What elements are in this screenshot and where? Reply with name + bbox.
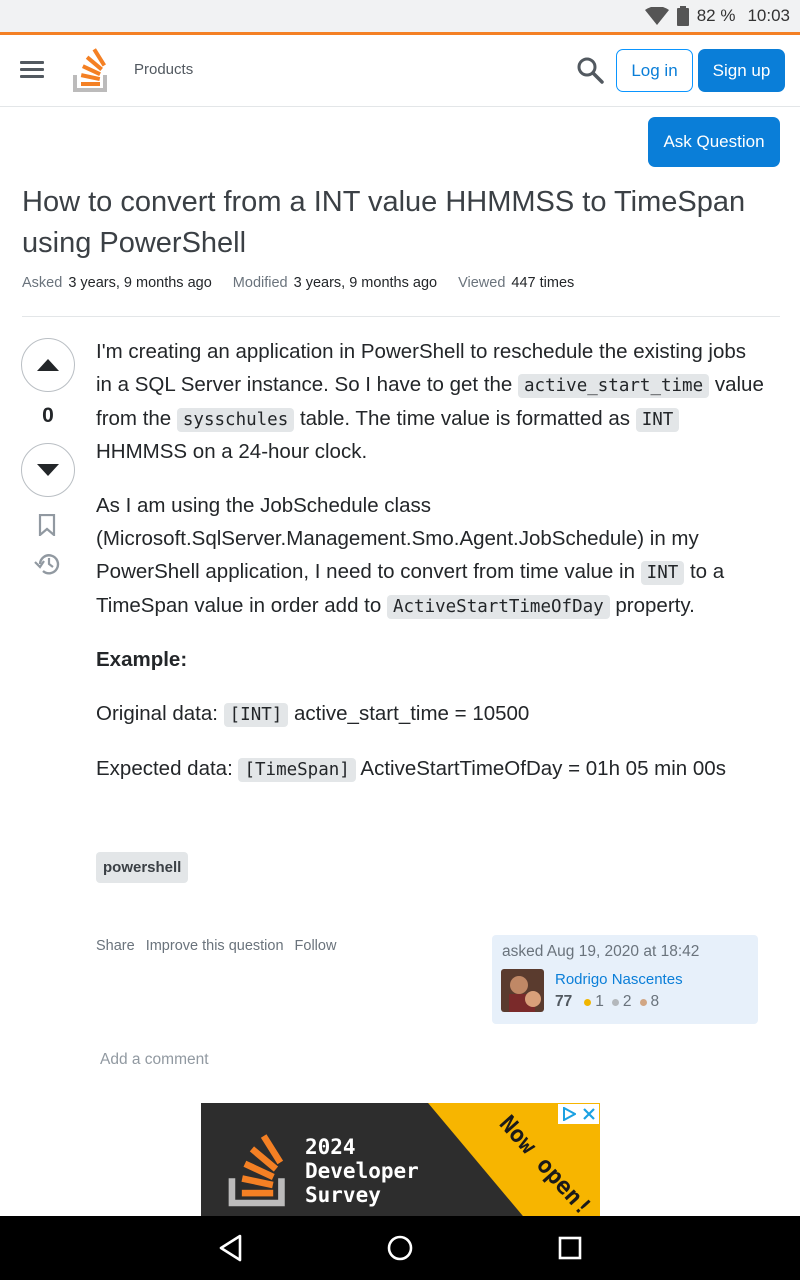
ad-line: 2024 <box>305 1135 356 1159</box>
question-title[interactable]: How to convert from a INT value HHMMSS t… <box>22 182 782 264</box>
body-text: active_start_time = 10500 <box>288 702 530 726</box>
downvote-button[interactable] <box>21 443 75 497</box>
body-text: Original data: <box>96 702 224 726</box>
wifi-icon <box>644 7 669 25</box>
body-paragraph: Example: <box>96 644 766 677</box>
viewed-label: Viewed <box>458 275 506 291</box>
example-heading: Example: <box>96 648 188 672</box>
arrow-up-icon <box>37 359 59 371</box>
body-text: HHMMSS on a 24-hour clock. <box>96 440 368 464</box>
improve-question-link[interactable]: Improve this question <box>146 938 284 954</box>
silver-badge-count: 2 <box>622 993 632 1010</box>
asked-value: 3 years, 9 months ago <box>68 275 212 291</box>
home-icon[interactable] <box>386 1234 414 1262</box>
follow-link[interactable]: Follow <box>295 938 337 954</box>
share-link[interactable]: Share <box>96 938 135 954</box>
stackoverflow-logo-icon <box>228 1134 285 1207</box>
ad-line: Developer <box>305 1159 419 1183</box>
inline-code: [INT] <box>223 703 289 728</box>
user-name[interactable]: Rodrigo Nascentes <box>555 971 683 988</box>
body-paragraph: As I am using the JobSchedule class (Mic… <box>96 490 766 623</box>
inline-code: sysschules <box>176 407 295 432</box>
inline-code: [TimeSpan] <box>238 757 356 782</box>
adchoices-icon <box>562 1107 576 1121</box>
vote-count: 0 <box>42 404 54 427</box>
tag-powershell[interactable]: powershell <box>96 852 189 883</box>
inline-code: INT <box>640 560 685 585</box>
ad-line: Survey <box>305 1183 381 1207</box>
status-bar: 82 % 10:03 <box>0 0 800 33</box>
viewed-value: 447 times <box>511 275 575 291</box>
close-icon[interactable] <box>583 1108 596 1120</box>
upvote-button[interactable] <box>21 338 75 392</box>
recents-icon[interactable] <box>558 1236 582 1260</box>
body-text: Expected data: <box>96 756 239 780</box>
back-icon[interactable] <box>218 1234 244 1262</box>
ad-headline: 2024 Developer Survey <box>305 1135 419 1207</box>
reputation-score: 77 <box>555 993 573 1010</box>
products-link[interactable]: Products <box>134 61 193 78</box>
top-nav: Products Log in Sign up <box>0 35 800 107</box>
add-comment-link[interactable]: Add a comment <box>100 1051 209 1069</box>
body-text: table. The time value is formatted as <box>294 406 636 430</box>
signup-button[interactable]: Sign up <box>698 49 785 92</box>
post-actions: Share Improve this question Follow <box>96 938 336 954</box>
body-text: property. <box>609 593 695 617</box>
adchoices-badge[interactable] <box>558 1104 599 1124</box>
divider <box>22 316 780 317</box>
inline-code: INT <box>635 407 680 432</box>
bronze-badge-icon <box>639 998 647 1006</box>
search-icon[interactable] <box>576 56 604 84</box>
silver-badge-icon <box>611 998 619 1006</box>
login-button[interactable]: Log in <box>616 49 693 92</box>
modified-label: Modified <box>232 275 288 291</box>
ask-question-button[interactable]: Ask Question <box>648 117 780 167</box>
user-avatar[interactable] <box>501 969 544 1012</box>
modified-value[interactable]: 3 years, 9 months ago <box>294 275 437 291</box>
battery-icon <box>676 6 689 26</box>
body-paragraph: I'm creating an application in PowerShel… <box>96 336 766 469</box>
body-paragraph: Expected data: [TimeSpan] ActiveStartTim… <box>96 753 766 787</box>
bronze-badge-count: 8 <box>650 993 660 1010</box>
gold-badge-count: 1 <box>595 993 604 1010</box>
body-text: As I am using the JobSchedule class (Mic… <box>96 494 699 583</box>
body-paragraph: Original data: [INT] active_start_time =… <box>96 698 766 732</box>
hamburger-menu-icon[interactable] <box>20 61 44 79</box>
asked-timestamp: asked Aug 19, 2020 at 18:42 <box>502 943 700 960</box>
history-icon[interactable] <box>34 551 62 577</box>
inline-code: active_start_time <box>518 373 710 398</box>
gold-badge-icon <box>584 998 592 1006</box>
clock: 10:03 <box>747 6 790 25</box>
owner-card: asked Aug 19, 2020 at 18:42 Rodrigo Nasc… <box>492 935 758 1024</box>
user-reputation: 77 1 2 8 <box>555 993 659 1011</box>
stackoverflow-logo-icon[interactable] <box>72 47 112 93</box>
question-body: I'm creating an application in PowerShel… <box>96 336 766 808</box>
arrow-down-icon <box>37 464 59 476</box>
ad-banner[interactable]: 2024 Developer Survey Now open! <box>201 1103 600 1216</box>
asked-label: Asked <box>22 275 63 291</box>
system-nav-bar <box>0 1216 800 1280</box>
bookmark-icon[interactable] <box>38 514 56 536</box>
inline-code: ActiveStartTimeOfDay <box>386 594 610 619</box>
body-text: ActiveStartTimeOfDay = 01h 05 min 00s <box>355 756 726 780</box>
question-meta: Asked 3 years, 9 months ago Modified 3 yea… <box>22 275 574 291</box>
battery-level: 82 % <box>696 6 736 25</box>
